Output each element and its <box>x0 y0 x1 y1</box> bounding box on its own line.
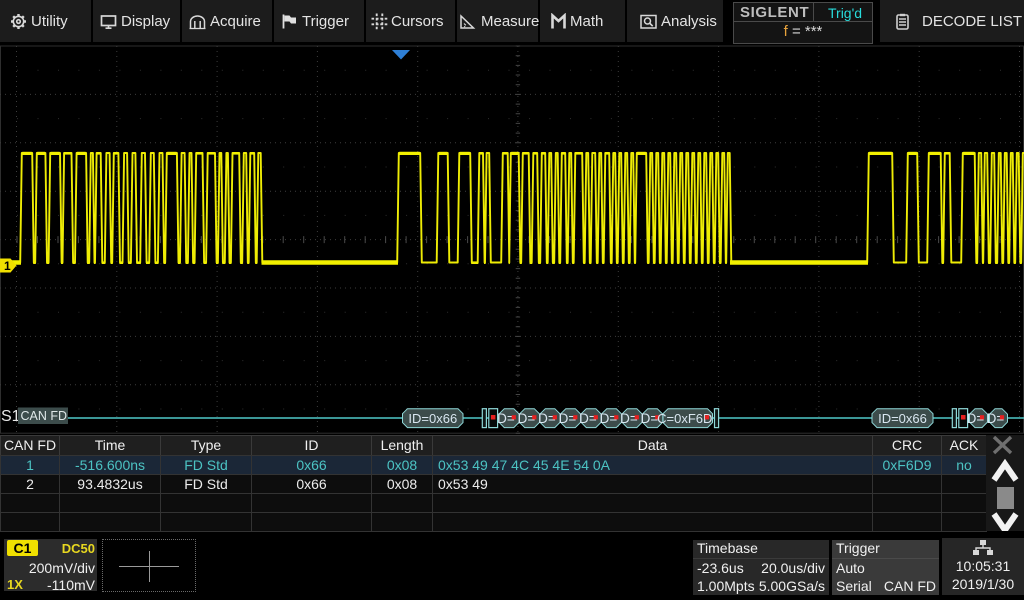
svg-text:ID=0x66: ID=0x66 <box>408 411 457 426</box>
svg-text:C=0xF6D: C=0xF6D <box>657 411 712 426</box>
svg-text:CAN FD: CAN FD <box>21 409 68 423</box>
svg-text:S1: S1 <box>1 408 21 425</box>
svg-text:1: 1 <box>4 259 11 273</box>
svg-text:ID=0x66: ID=0x66 <box>878 411 927 426</box>
